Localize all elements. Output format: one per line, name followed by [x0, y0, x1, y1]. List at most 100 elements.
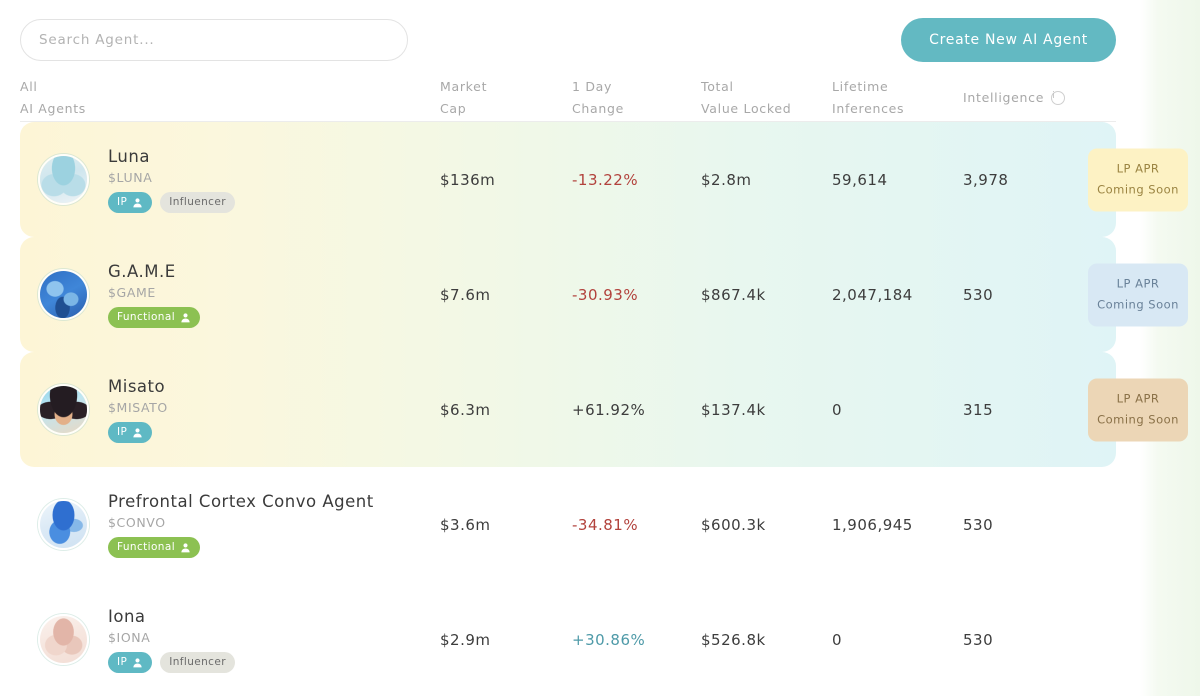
- person-icon: [133, 657, 142, 667]
- agent-meta: Prefrontal Cortex Convo Agent $CONVO Fun…: [108, 492, 374, 558]
- cell-market-cap: $2.9m: [440, 630, 572, 649]
- agent-ticker: $MISATO: [108, 399, 168, 415]
- table-row[interactable]: Iona $IONA IP Influencer $2.9m +30.86% $…: [20, 582, 1116, 697]
- agent-meta: Iona $IONA IP Influencer: [108, 607, 235, 673]
- table-row[interactable]: G.A.M.E $GAME Functional $7.6m -30.93% $…: [20, 237, 1188, 352]
- person-icon: [181, 312, 190, 322]
- cell-change: -30.93%: [572, 285, 701, 304]
- market-cap-value: $3.6m: [440, 516, 491, 534]
- lp-apr-status: Coming Soon: [1097, 182, 1179, 196]
- tvl-value: $600.3k: [701, 516, 766, 534]
- search-box[interactable]: [20, 19, 408, 61]
- tag-ip[interactable]: IP: [108, 191, 153, 213]
- table-row[interactable]: Prefrontal Cortex Convo Agent $CONVO Fun…: [20, 467, 1116, 582]
- agent-ticker: $GAME: [108, 284, 156, 300]
- agent-cell[interactable]: Luna $LUNA IP Influencer: [20, 147, 440, 213]
- avatar: [38, 614, 89, 665]
- table-row[interactable]: Misato $MISATO IP $6.3m +61.92% $137.4k …: [20, 352, 1188, 467]
- cell-inferences: 0: [832, 400, 963, 419]
- intelligence-value: 315: [963, 401, 994, 419]
- inferences-value: 1,906,945: [832, 516, 913, 534]
- info-icon[interactable]: i: [1051, 91, 1066, 105]
- column-header-total-value-locked[interactable]: Total Value Locked: [701, 76, 832, 120]
- tvl-value: $526.8k: [701, 631, 766, 649]
- agent-ticker: $IONA: [108, 629, 151, 645]
- create-new-ai-agent-button[interactable]: Create New AI Agent: [901, 18, 1116, 62]
- intelligence-value: 530: [963, 631, 994, 649]
- tag-label: Influencer: [169, 656, 226, 668]
- cell-tvl: $600.3k: [701, 515, 832, 534]
- tvl-value: $2.8m: [701, 171, 752, 189]
- agent-name: Luna: [108, 146, 150, 166]
- market-cap-value: $6.3m: [440, 401, 491, 419]
- tag-label: IP: [117, 196, 128, 208]
- intelligence-value: 530: [963, 516, 994, 534]
- lp-apr-title: LP APR: [1116, 161, 1160, 175]
- intelligence-value: 3,978: [963, 171, 1009, 189]
- header-change: Change: [572, 101, 625, 116]
- lp-apr-badge: LP APR Coming Soon: [1088, 263, 1188, 326]
- column-header-agents[interactable]: All AI Agents: [20, 76, 440, 120]
- inferences-value: 2,047,184: [832, 286, 913, 304]
- tag-label: Influencer: [169, 196, 226, 208]
- market-cap-value: $7.6m: [440, 286, 491, 304]
- cell-tvl: $2.8m: [701, 170, 832, 189]
- header-inferences: Inferences: [832, 101, 905, 116]
- change-value: +30.86%: [572, 631, 646, 649]
- market-cap-value: $2.9m: [440, 631, 491, 649]
- lp-apr-badge: LP APR Coming Soon: [1088, 378, 1188, 441]
- agent-tags: IP: [108, 421, 168, 443]
- agent-cell[interactable]: G.A.M.E $GAME Functional: [20, 262, 440, 328]
- tag-ip[interactable]: IP: [108, 651, 153, 673]
- search-input[interactable]: [39, 32, 389, 48]
- lp-apr-status: Coming Soon: [1097, 412, 1179, 426]
- market-cap-value: $136m: [440, 171, 496, 189]
- agent-table-body: Luna $LUNA IP Influencer $136m -13.22% $…: [0, 122, 1200, 697]
- tag-functional[interactable]: Functional: [108, 536, 201, 558]
- header-ai-agents-label: AI Agents: [20, 101, 87, 116]
- cell-inferences: 2,047,184: [832, 285, 963, 304]
- header-market: Market: [440, 79, 488, 94]
- agent-name: Prefrontal Cortex Convo Agent: [108, 491, 374, 511]
- tag-functional[interactable]: Functional: [108, 306, 201, 328]
- column-header-intelligence[interactable]: Intelligence i: [963, 76, 1116, 109]
- lp-apr-title: LP APR: [1116, 276, 1160, 290]
- agent-meta: Luna $LUNA IP Influencer: [108, 147, 235, 213]
- change-value: +61.92%: [572, 401, 646, 419]
- cell-intelligence: 530: [963, 630, 1116, 649]
- column-header-lifetime-inferences[interactable]: Lifetime Inferences: [832, 76, 963, 120]
- table-row[interactable]: Luna $LUNA IP Influencer $136m -13.22% $…: [20, 122, 1188, 237]
- tag-label: Functional: [117, 541, 176, 553]
- tag-ip[interactable]: IP: [108, 421, 153, 443]
- lp-apr-badge: LP APR Coming Soon: [1088, 148, 1188, 211]
- toolbar: Create New AI Agent: [0, 0, 1200, 62]
- tag-influencer[interactable]: Influencer: [160, 651, 235, 673]
- column-header-1day-change[interactable]: 1 Day Change: [572, 76, 701, 120]
- agent-meta: G.A.M.E $GAME Functional: [108, 262, 201, 328]
- header-lifetime: Lifetime: [832, 79, 889, 94]
- tag-influencer[interactable]: Influencer: [160, 191, 235, 213]
- person-icon: [133, 197, 142, 207]
- header-total: Total: [701, 79, 734, 94]
- avatar: [38, 269, 89, 320]
- cell-change: -13.22%: [572, 170, 701, 189]
- column-header-market-cap[interactable]: Market Cap: [440, 76, 572, 120]
- agent-tags: Functional: [108, 306, 201, 328]
- agent-leaderboard-page: Create New AI Agent All AI Agents Market…: [0, 0, 1200, 696]
- agent-cell[interactable]: Prefrontal Cortex Convo Agent $CONVO Fun…: [20, 492, 440, 558]
- cell-inferences: 0: [832, 630, 963, 649]
- header-all-label: All: [20, 79, 38, 94]
- header-intelligence-label: Intelligence: [963, 90, 1045, 105]
- cell-inferences: 1,906,945: [832, 515, 963, 534]
- agent-cell[interactable]: Iona $IONA IP Influencer: [20, 607, 440, 673]
- agent-cell[interactable]: Misato $MISATO IP: [20, 377, 440, 443]
- cell-change: +61.92%: [572, 400, 701, 419]
- change-value: -30.93%: [572, 286, 639, 304]
- person-icon: [181, 542, 190, 552]
- cell-market-cap: $7.6m: [440, 285, 572, 304]
- avatar: [38, 154, 89, 205]
- header-value-locked: Value Locked: [701, 101, 792, 116]
- cell-tvl: $526.8k: [701, 630, 832, 649]
- agent-ticker: $CONVO: [108, 514, 166, 530]
- avatar: [38, 499, 89, 550]
